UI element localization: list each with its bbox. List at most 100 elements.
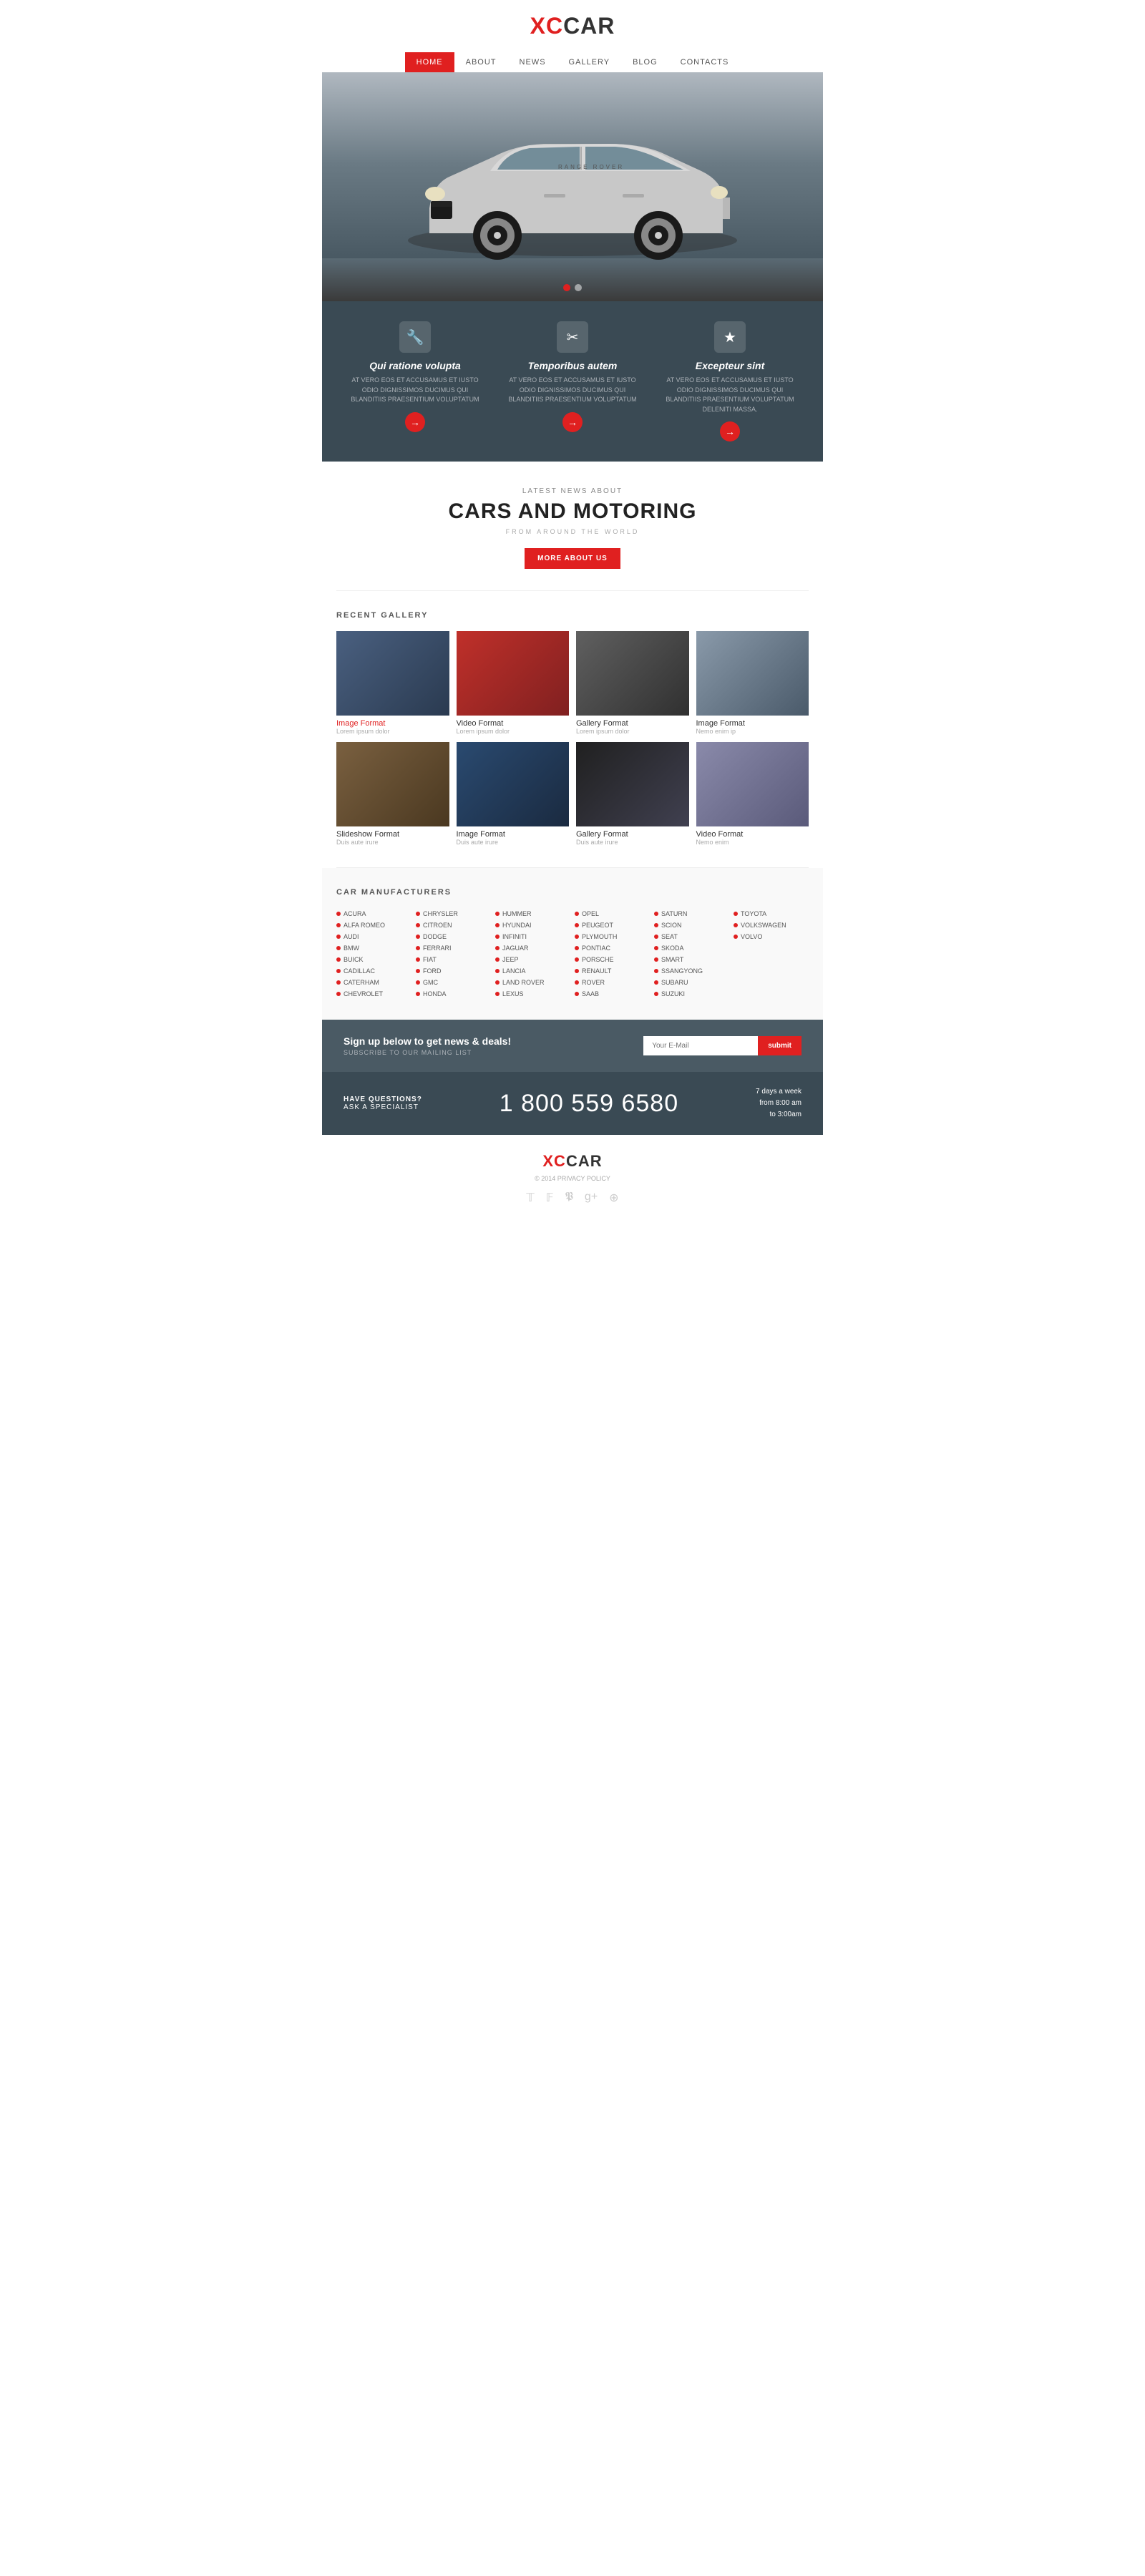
mfr-label: LANCIA: [502, 967, 526, 975]
mfr-item[interactable]: ACURA: [336, 908, 411, 919]
mfr-item[interactable]: SKODA: [654, 942, 729, 954]
nav-item-contacts[interactable]: CONTACTS: [669, 52, 741, 72]
feature-title-1: Qui ratione volupta: [344, 360, 487, 371]
gallery-item-7[interactable]: Gallery Format Duis aute irure: [576, 742, 689, 846]
mfr-item[interactable]: JAGUAR: [495, 942, 570, 954]
mfr-item[interactable]: LAND ROVER: [495, 977, 570, 988]
manufacturers-section: CAR MANUFACTURERS ACURAALFA ROMEOAUDIBMW…: [322, 868, 823, 1020]
mfr-item[interactable]: INFINITI: [495, 931, 570, 942]
mfr-item[interactable]: HYUNDAI: [495, 919, 570, 931]
mfr-item[interactable]: SAAB: [575, 988, 650, 1000]
submit-button[interactable]: submit: [758, 1036, 802, 1055]
mfr-dot: [416, 992, 420, 996]
feature-title-3: Excepteur sint: [658, 360, 802, 371]
footer: XCCAR © 2014 PRIVACY POLICY 𝕋 𝔽 𝕻 g+ ⊕: [322, 1135, 823, 1218]
hero-dot-2[interactable]: [575, 284, 582, 291]
feature-icon-1: 🔧: [399, 321, 431, 353]
facebook-icon[interactable]: 𝔽: [546, 1191, 554, 1205]
mfr-item[interactable]: TOYOTA: [734, 908, 809, 919]
mfr-item[interactable]: CITROEN: [416, 919, 491, 931]
mfr-item[interactable]: PEUGEOT: [575, 919, 650, 931]
gallery-item-4[interactable]: Image Format Nemo enim ip: [696, 631, 809, 735]
mfr-item[interactable]: PORSCHE: [575, 954, 650, 965]
phone-number: 1 800 559 6580: [500, 1090, 678, 1118]
twitter-icon[interactable]: 𝕋: [526, 1191, 534, 1205]
mfr-item[interactable]: HUMMER: [495, 908, 570, 919]
nav-item-about[interactable]: ABOUT: [454, 52, 508, 72]
mfr-item[interactable]: PONTIAC: [575, 942, 650, 954]
nav-item-gallery[interactable]: GALLERY: [557, 52, 622, 72]
footer-logo-car: CAR: [566, 1152, 603, 1170]
mfr-item[interactable]: SUBARU: [654, 977, 729, 988]
mfr-dot: [495, 923, 500, 927]
mfr-item[interactable]: HONDA: [416, 988, 491, 1000]
mfr-item[interactable]: VOLKSWAGEN: [734, 919, 809, 931]
feature-btn-3[interactable]: →: [720, 421, 740, 441]
gallery-item-8[interactable]: Video Format Nemo enim: [696, 742, 809, 846]
mfr-item[interactable]: LEXUS: [495, 988, 570, 1000]
manufacturers-title: CAR MANUFACTURERS: [336, 888, 809, 897]
mfr-item[interactable]: FIAT: [416, 954, 491, 965]
mfr-item[interactable]: CADILLAC: [336, 965, 411, 977]
gallery-item-1[interactable]: Image Format Lorem ipsum dolor: [336, 631, 449, 735]
nav-item-news[interactable]: NEWS: [508, 52, 557, 72]
gallery-item-3[interactable]: Gallery Format Lorem ipsum dolor: [576, 631, 689, 735]
mfr-item[interactable]: CHEVROLET: [336, 988, 411, 1000]
mfr-item[interactable]: SMART: [654, 954, 729, 965]
mfr-dot: [336, 935, 341, 939]
mfr-label: TOYOTA: [741, 910, 766, 917]
nav-item-home[interactable]: HOME: [405, 52, 454, 72]
more-about-btn[interactable]: MORE ABOUT US: [525, 548, 620, 569]
mfr-item[interactable]: FERRARI: [416, 942, 491, 954]
mfr-dot: [495, 912, 500, 916]
mfr-item[interactable]: AUDI: [336, 931, 411, 942]
feature-btn-1[interactable]: →: [405, 412, 425, 432]
feature-btn-2[interactable]: →: [562, 412, 583, 432]
github-icon[interactable]: ⊕: [609, 1191, 618, 1205]
gallery-item-2[interactable]: Video Format Lorem ipsum dolor: [457, 631, 570, 735]
signup-title: Sign up below to get news & deals!: [344, 1035, 511, 1047]
mfr-item[interactable]: CHRYSLER: [416, 908, 491, 919]
contact-section: HAVE QUESTIONS? ASK A SPECIALIST 1 800 5…: [322, 1072, 823, 1135]
mfr-dot: [654, 969, 658, 973]
mfr-item[interactable]: DODGE: [416, 931, 491, 942]
email-input[interactable]: [643, 1036, 758, 1055]
mfr-item[interactable]: JEEP: [495, 954, 570, 965]
mfr-item[interactable]: ALFA ROMEO: [336, 919, 411, 931]
mfr-label: FORD: [423, 967, 442, 975]
mfr-dot: [654, 957, 658, 962]
gallery-item-5[interactable]: Slideshow Format Duis aute irure: [336, 742, 449, 846]
mfr-item[interactable]: SUZUKI: [654, 988, 729, 1000]
mfr-item[interactable]: PLYMOUTH: [575, 931, 650, 942]
mfr-item[interactable]: SSANGYONG: [654, 965, 729, 977]
gallery-label-6: Image Format: [457, 830, 570, 839]
mfr-item[interactable]: BMW: [336, 942, 411, 954]
ask-specialist: ASK A SPECIALIST: [344, 1103, 422, 1111]
mfr-label: SATURN: [661, 910, 687, 917]
googleplus-icon[interactable]: g+: [585, 1191, 598, 1205]
gallery-thumb-8: [696, 742, 809, 826]
mfr-item[interactable]: LANCIA: [495, 965, 570, 977]
mfr-item[interactable]: GMC: [416, 977, 491, 988]
mfr-item[interactable]: CATERHAM: [336, 977, 411, 988]
mfr-item[interactable]: VOLVO: [734, 931, 809, 942]
mfr-item[interactable]: SATURN: [654, 908, 729, 919]
main-nav: HOME ABOUT NEWS GALLERY BLOG CONTACTS: [322, 47, 823, 72]
mfr-item[interactable]: ROVER: [575, 977, 650, 988]
mfr-item[interactable]: SCION: [654, 919, 729, 931]
hero-dot-1[interactable]: [563, 284, 570, 291]
pinterest-icon[interactable]: 𝕻: [565, 1191, 573, 1205]
mfr-item[interactable]: RENAULT: [575, 965, 650, 977]
nav-item-blog[interactable]: BLOG: [621, 52, 669, 72]
mfr-dot: [654, 992, 658, 996]
features-section: 🔧 Qui ratione volupta AT VERO EOS ET ACC…: [322, 301, 823, 462]
mfr-item[interactable]: OPEL: [575, 908, 650, 919]
mfr-label: HONDA: [423, 990, 447, 997]
mfr-item[interactable]: FORD: [416, 965, 491, 977]
gallery-thumb-5: [336, 742, 449, 826]
mfr-item[interactable]: SEAT: [654, 931, 729, 942]
gallery-item-6[interactable]: Image Format Duis aute irure: [457, 742, 570, 846]
mfr-dot: [654, 923, 658, 927]
mfr-item[interactable]: BUICK: [336, 954, 411, 965]
mfr-label: VOLKSWAGEN: [741, 922, 786, 929]
